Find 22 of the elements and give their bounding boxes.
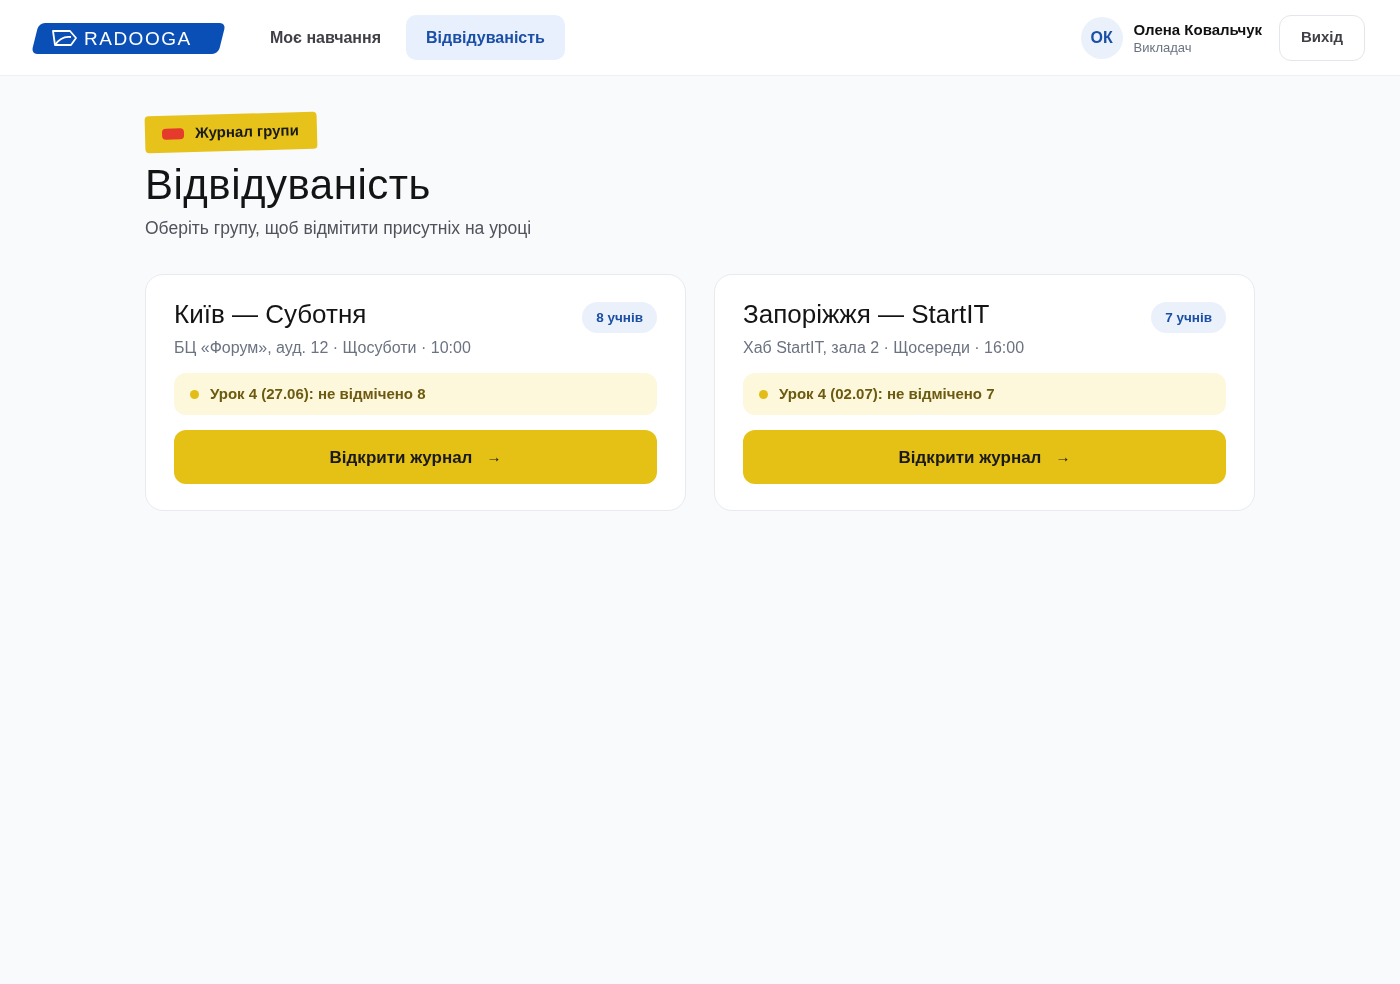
tag-label: Журнал групи xyxy=(194,120,300,144)
marker-icon xyxy=(161,128,185,140)
nav-tab[interactable]: Моє навчання xyxy=(255,15,397,60)
page-title: Відвідуваність xyxy=(145,160,432,210)
group-title: Київ — Суботня xyxy=(174,298,367,331)
notice-text: Урок 4 (02.07): не відмічено 7 xyxy=(779,384,995,404)
student-count: 8 учнів xyxy=(582,302,657,334)
open-journal-button[interactable]: Відкрити журнал → xyxy=(743,430,1226,485)
logout-button[interactable]: Вихід xyxy=(1279,14,1365,61)
group-title: Запоріжжя — StartIT xyxy=(743,298,990,331)
user-role: Викладач xyxy=(1133,38,1193,56)
logo-text: RADOOGA xyxy=(84,28,192,48)
open-journal-button[interactable]: Відкрити журнал → xyxy=(174,430,657,485)
notice-text: Урок 4 (27.06): не відмічено 8 xyxy=(210,384,426,404)
nav-tab[interactable]: Відвідуваність xyxy=(406,15,565,60)
group-details: БЦ «Форум», ауд. 12 · Щосуботи · 10:00 xyxy=(174,338,472,359)
user-avatar: ОК xyxy=(1080,16,1123,59)
student-count: 7 учнів xyxy=(1151,302,1226,334)
user-name: Олена Ковальчук xyxy=(1133,19,1262,39)
page-subtitle: Оберіть групу, щоб відмітити присутніх на уроці xyxy=(145,217,533,240)
logo-icon xyxy=(50,28,78,48)
group-details: Хаб StartIT, зала 2 · Щосереди · 16:00 xyxy=(743,338,1026,359)
